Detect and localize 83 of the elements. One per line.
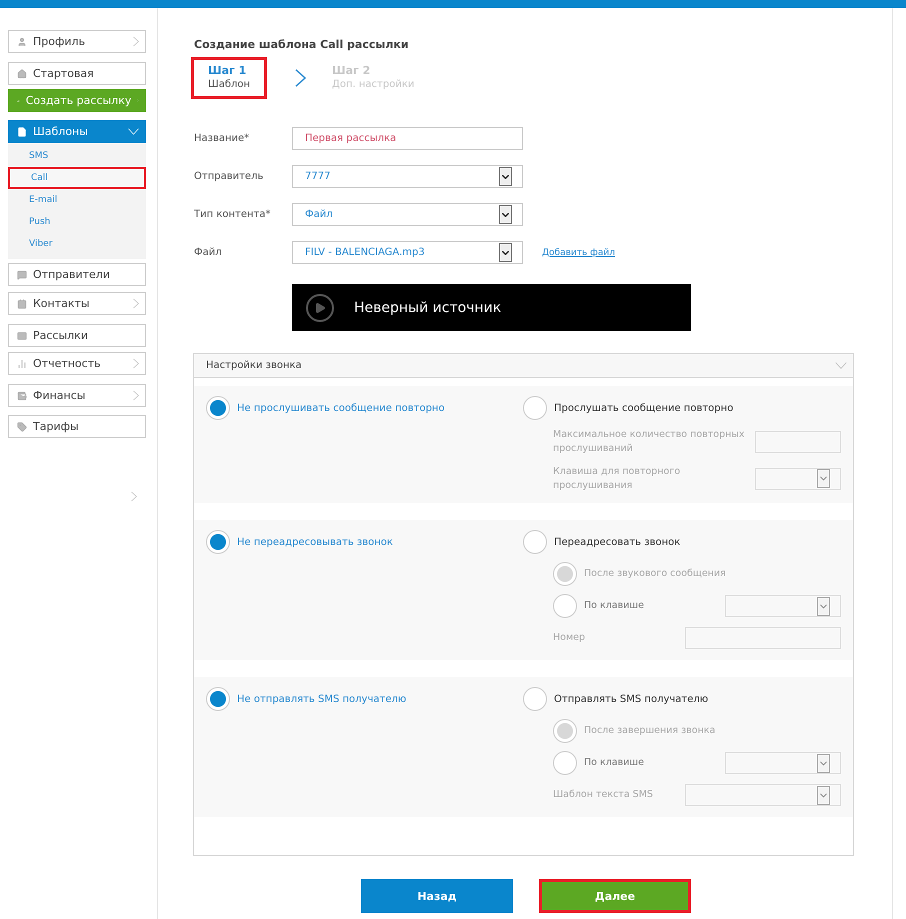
- play-icon[interactable]: [306, 294, 334, 322]
- chevron-right-icon: [133, 390, 139, 401]
- option-label: Прослушать сообщение повторно: [554, 402, 734, 414]
- chat-icon: [17, 270, 27, 280]
- submenu-item[interactable]: Push: [8, 211, 146, 233]
- input-field[interactable]: [685, 627, 841, 649]
- field-label: Шаблон текста SMS: [553, 788, 654, 802]
- next-button[interactable]: Далее: [539, 879, 691, 913]
- sidebar-item[interactable]: Шаблоны: [8, 120, 146, 143]
- sidebar-item[interactable]: Отправители: [8, 263, 146, 286]
- option-label: Не прослушивать сообщение повторно: [237, 402, 445, 414]
- dropdown-caret-icon: [817, 786, 830, 804]
- radio-button[interactable]: [553, 594, 577, 618]
- sidebar-item[interactable]: Финансы: [8, 384, 146, 407]
- chevron-right-icon: [133, 298, 139, 309]
- input-field[interactable]: [755, 431, 841, 454]
- dropdown-caret-icon: [499, 205, 512, 224]
- select-field[interactable]: [725, 595, 841, 617]
- tag-icon: [17, 422, 27, 432]
- dropdown-caret-icon: [499, 243, 512, 262]
- add-file-link[interactable]: Добавить файл: [542, 248, 615, 258]
- sidebar-item[interactable]: Профиль: [8, 30, 146, 53]
- option-label: По клавише: [584, 756, 645, 770]
- option-label: После звукового сообщения: [584, 566, 727, 581]
- field-label: Тип контента*: [194, 209, 272, 220]
- option-label: Не переадресовывать звонок: [237, 536, 393, 548]
- option-label: По клавише: [584, 598, 645, 613]
- field-label: Отправитель: [194, 171, 264, 182]
- dropdown-caret-icon: [499, 167, 512, 186]
- submenu-item[interactable]: Viber: [8, 233, 146, 255]
- radio-button[interactable]: [523, 396, 547, 420]
- radio-button[interactable]: [206, 396, 230, 420]
- field-label: Номер: [553, 630, 586, 645]
- select-field[interactable]: 7777: [292, 165, 523, 188]
- radio-button[interactable]: [206, 530, 230, 554]
- option-label: Отправлять SMS получателю: [554, 694, 708, 704]
- radio-button[interactable]: [206, 687, 230, 711]
- select-field[interactable]: FILV - BALENCIAGA.mp3: [292, 241, 523, 264]
- panel-header[interactable]: Настройки звонка: [194, 354, 853, 378]
- field-label: Файл: [194, 247, 223, 258]
- sidebar-item[interactable]: Отчетность: [8, 352, 146, 375]
- back-button[interactable]: Назад: [361, 879, 513, 913]
- select-field[interactable]: Файл: [292, 203, 523, 226]
- sidebar-item[interactable]: Тарифы: [8, 415, 146, 438]
- select-field[interactable]: [685, 784, 841, 806]
- step-tab[interactable]: Шаг 1 Шаблон: [191, 57, 268, 99]
- submenu-item[interactable]: SMS: [8, 145, 146, 167]
- sidebar-item[interactable]: Стартовая: [8, 62, 146, 85]
- submenu-item[interactable]: Call: [8, 167, 146, 189]
- sidebar-item[interactable]: Создать рассылку: [8, 89, 146, 112]
- chevron-right-icon: [133, 358, 139, 369]
- field-label: Максимальное количество повторных прослушиваний: [553, 428, 746, 456]
- dropdown-caret-icon: [817, 596, 830, 616]
- option-label: Переадресовать звонок: [554, 536, 680, 548]
- contact-card-icon: [17, 298, 27, 308]
- chevron-down-icon: [128, 128, 139, 135]
- bar-chart-icon: [17, 358, 27, 368]
- person-icon: [17, 36, 27, 46]
- chevron-right-icon: [295, 68, 306, 88]
- house-icon: [17, 68, 27, 78]
- option-label: Не отправлять SMS получателю: [237, 694, 406, 704]
- radio-button[interactable]: [523, 687, 547, 711]
- field-label: Клавиша для повторного прослушивания: [553, 464, 682, 493]
- chevron-down-icon: [835, 362, 847, 369]
- option-label: После завершения звонка: [584, 724, 716, 738]
- chevron-right-icon: [133, 36, 139, 47]
- dropdown-caret-icon: [817, 469, 830, 488]
- wallet-icon: [17, 390, 27, 400]
- sidebar-item[interactable]: Рассылки: [8, 324, 146, 347]
- radio-button[interactable]: [523, 530, 547, 554]
- field-label: Название*: [194, 133, 250, 144]
- envelope-icon: [17, 330, 27, 340]
- select-field[interactable]: [755, 468, 841, 490]
- select-field[interactable]: [725, 752, 841, 774]
- submenu-item[interactable]: E-mail: [8, 189, 146, 211]
- radio-button[interactable]: [553, 751, 577, 775]
- dropdown-caret-icon: [817, 754, 830, 772]
- sidebar-item[interactable]: Контакты: [8, 292, 146, 315]
- input-field[interactable]: Первая рассылка: [292, 127, 523, 150]
- chevron-right-icon: [131, 491, 137, 502]
- document-icon: [17, 126, 27, 136]
- page-title: Создание шаблона Call рассылки: [194, 38, 410, 51]
- player-error: Неверный источник: [354, 300, 502, 316]
